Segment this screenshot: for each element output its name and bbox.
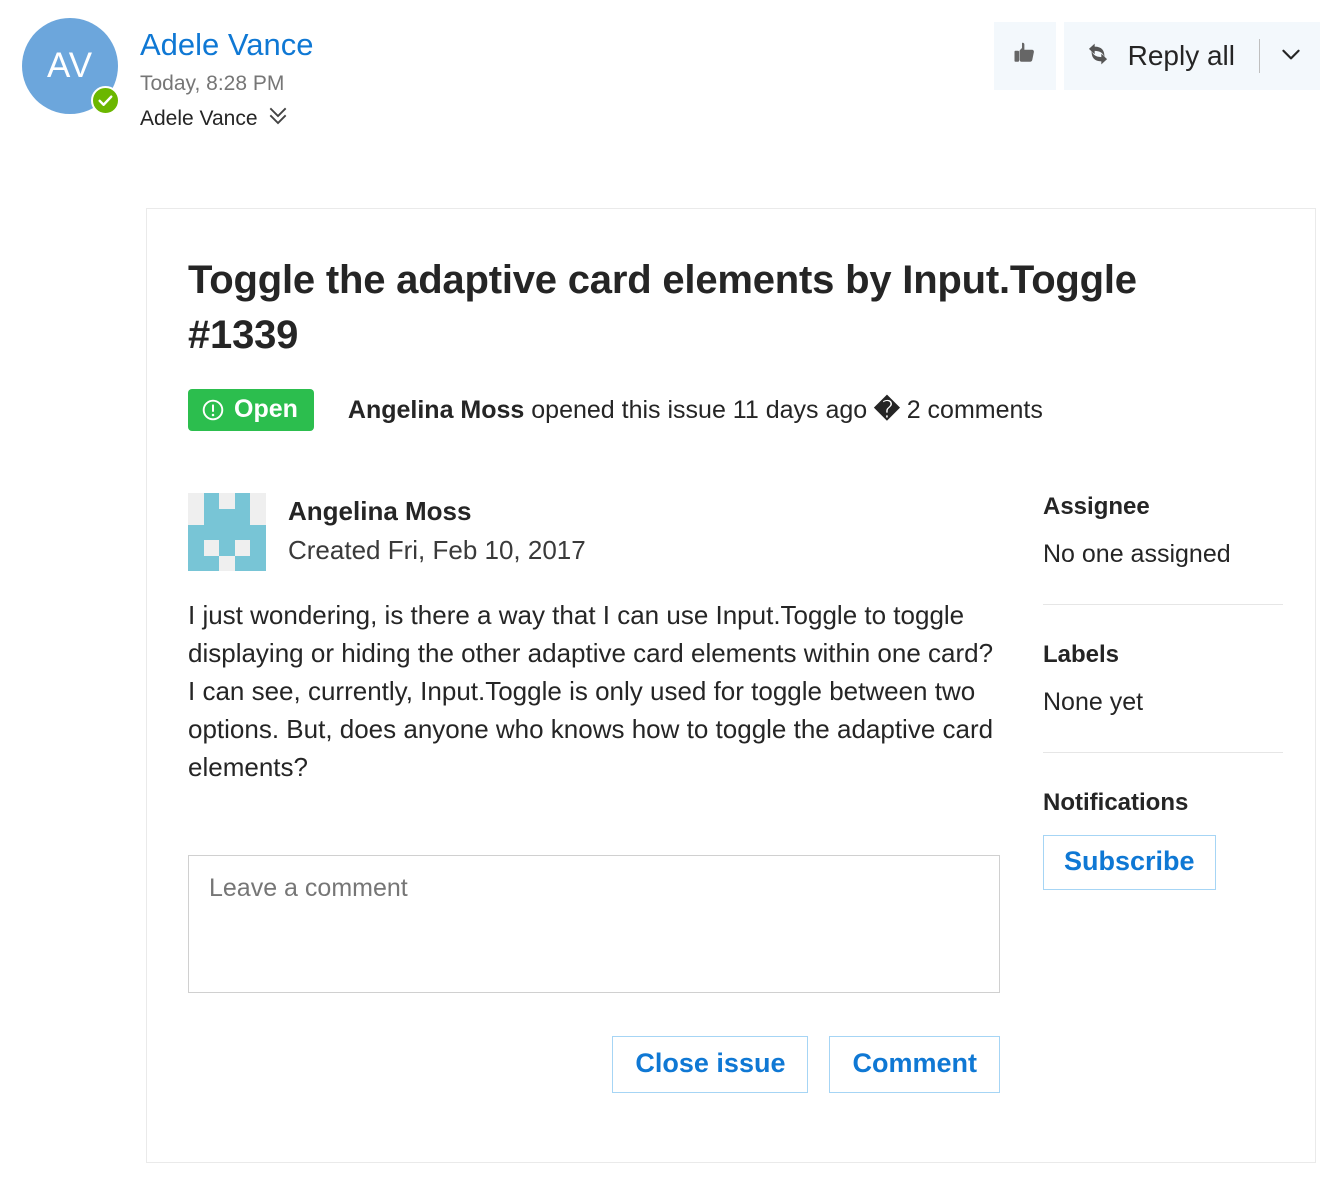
identicon-cell-2-3 bbox=[234, 524, 251, 541]
reply-all-label: Reply all bbox=[1127, 40, 1235, 71]
comment-author: Angelina Moss bbox=[288, 496, 472, 527]
issue-action-buttons: Close issue Comment bbox=[188, 1036, 1000, 1094]
notifications-heading: Notifications bbox=[1043, 788, 1189, 816]
identicon-cell-2-0 bbox=[188, 524, 204, 541]
identicon-cell-4-1 bbox=[203, 555, 220, 572]
identicon-cell-0-1 bbox=[203, 493, 220, 509]
double-chevron-down-icon[interactable] bbox=[268, 105, 288, 132]
recipient-row[interactable]: Adele Vance bbox=[140, 105, 314, 132]
identicon-cell-3-4 bbox=[250, 540, 266, 556]
email-toolbar: Reply all bbox=[993, 22, 1320, 90]
identicon-cell-0-2 bbox=[219, 493, 235, 509]
reply-all-button[interactable]: Reply all bbox=[1063, 22, 1320, 90]
recipient-name: Adele Vance bbox=[140, 107, 258, 131]
identicon-cell-0-0 bbox=[188, 493, 204, 509]
identicon-cell-4-0 bbox=[188, 555, 204, 572]
sent-timestamp: Today, 8:28 PM bbox=[140, 72, 285, 96]
identicon-cell-3-3 bbox=[235, 540, 251, 556]
reply-all-icon bbox=[1082, 38, 1114, 75]
close-issue-button[interactable]: Close issue bbox=[612, 1036, 809, 1094]
issue-meta-author: Angelina Moss bbox=[347, 396, 525, 425]
identicon-cell-1-1 bbox=[203, 508, 220, 525]
assignee-value: No one assigned bbox=[1043, 540, 1231, 569]
issue-meta-text: Angelina Moss opened this issue 11 days … bbox=[348, 395, 1043, 425]
identicon-cell-0-4 bbox=[250, 493, 266, 509]
sidebar-divider bbox=[1043, 751, 1283, 753]
replacement-char-icon: � bbox=[874, 396, 900, 425]
assignee-heading: Assignee bbox=[1043, 493, 1150, 521]
issue-sidebar: Assignee No one assigned Labels None yet… bbox=[1043, 493, 1283, 1093]
identicon-cell-2-1 bbox=[203, 524, 220, 541]
status-badge-label: Open bbox=[234, 395, 298, 424]
identicon-cell-3-2 bbox=[219, 540, 235, 556]
identicon-cell-0-3 bbox=[234, 493, 251, 509]
issue-meta-rest: opened this issue 11 days ago bbox=[524, 396, 875, 425]
identicon-cell-4-4 bbox=[250, 555, 266, 572]
issue-body-columns: Angelina Moss Created Fri, Feb 10, 2017 … bbox=[188, 493, 1283, 1094]
comment-created-date: Created Fri, Feb 10, 2017 bbox=[288, 534, 586, 565]
sidebar-divider bbox=[1043, 604, 1283, 606]
email-header: AV Adele Vance Today, 8:28 PM Adele Vanc… bbox=[0, 0, 1340, 175]
sender-avatar[interactable]: AV bbox=[22, 18, 120, 115]
like-button[interactable] bbox=[993, 22, 1056, 90]
issue-main-column: Angelina Moss Created Fri, Feb 10, 2017 … bbox=[188, 493, 1003, 1094]
identicon-cell-3-0 bbox=[188, 540, 204, 556]
labels-value: None yet bbox=[1043, 687, 1144, 716]
identicon-cell-1-0 bbox=[188, 509, 204, 525]
check-circle-icon bbox=[91, 86, 120, 115]
identicon-cell-2-2 bbox=[219, 524, 235, 541]
identicon-cell-2-4 bbox=[250, 524, 266, 541]
sender-info: Adele Vance Today, 8:28 PM Adele Vance bbox=[140, 27, 314, 132]
issue-meta-comments: 2 comments bbox=[899, 396, 1043, 425]
identicon-cell-4-2 bbox=[219, 556, 235, 572]
status-badge[interactable]: Open bbox=[188, 389, 314, 432]
sender-name[interactable]: Adele Vance bbox=[140, 27, 314, 62]
comment-header: Angelina Moss Created Fri, Feb 10, 2017 bbox=[188, 493, 1003, 572]
identicon-cell-1-2 bbox=[219, 508, 235, 525]
identicon-cell-4-3 bbox=[234, 555, 251, 572]
chevron-down-icon[interactable] bbox=[1278, 41, 1304, 72]
identicon-cell-1-4 bbox=[250, 509, 266, 525]
issue-meta-row: Open Angelina Moss opened this issue 11 … bbox=[188, 389, 1271, 432]
toolbar-divider bbox=[1259, 39, 1260, 73]
identicon-cell-1-3 bbox=[234, 508, 251, 525]
thumbs-up-icon bbox=[1010, 39, 1040, 74]
identicon-avatar bbox=[188, 493, 266, 572]
identicon-cell-3-1 bbox=[204, 540, 220, 556]
labels-heading: Labels bbox=[1043, 641, 1120, 669]
subscribe-button[interactable]: Subscribe bbox=[1043, 834, 1216, 890]
issue-body-text: I just wondering, is there a way that I … bbox=[188, 600, 994, 783]
page-title: Toggle the adaptive card elements by Inp… bbox=[188, 258, 1137, 358]
comment-input[interactable] bbox=[188, 855, 1000, 994]
comment-button[interactable]: Comment bbox=[829, 1036, 1000, 1094]
issue-card: Toggle the adaptive card elements by Inp… bbox=[146, 208, 1316, 1163]
exclamation-circle-icon bbox=[201, 398, 225, 422]
